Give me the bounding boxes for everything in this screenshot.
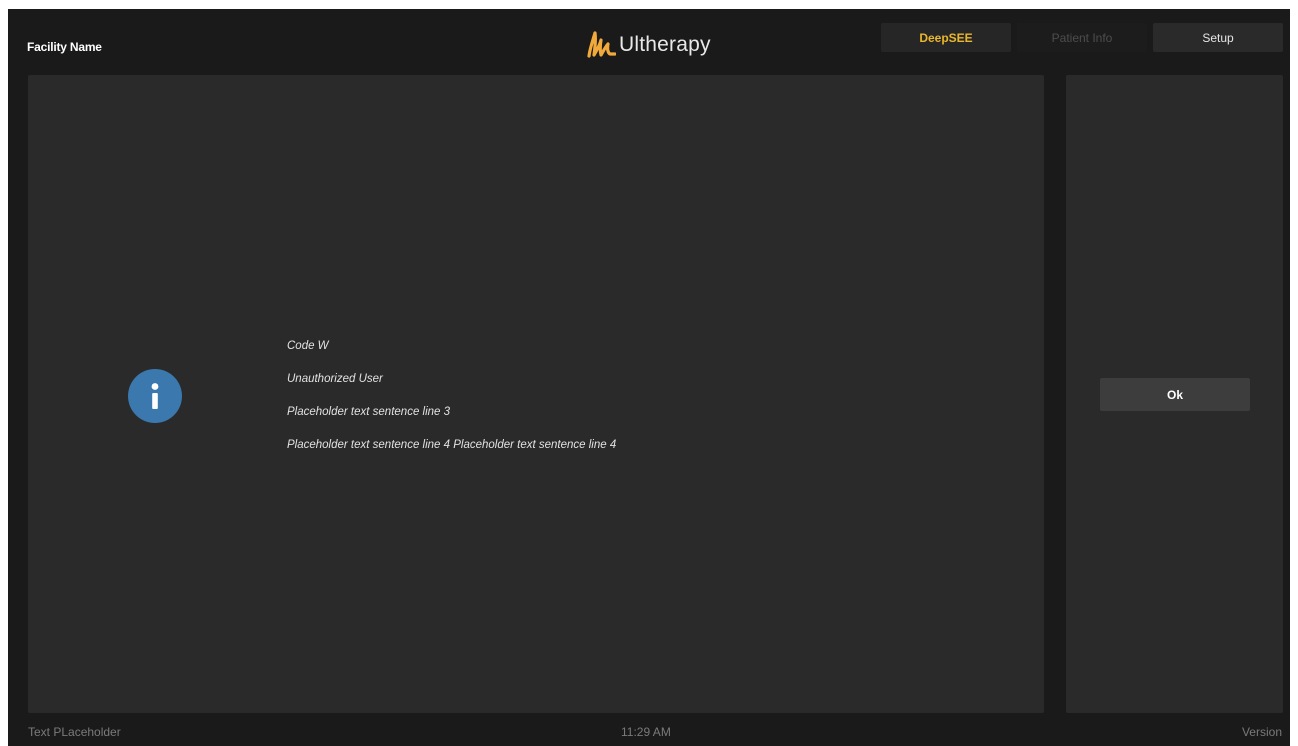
message-line-4: Placeholder text sentence line 4 Placeho… bbox=[287, 439, 617, 451]
message-panel: Code W Unauthorized User Placeholder tex… bbox=[28, 75, 1044, 713]
message-code: Code W bbox=[287, 340, 329, 352]
action-panel: Ok bbox=[1066, 75, 1283, 713]
message-line-3: Placeholder text sentence line 3 bbox=[287, 406, 451, 418]
ultherapy-logo-icon bbox=[587, 31, 616, 58]
tab-deepsee[interactable]: DeepSEE bbox=[881, 23, 1011, 52]
tab-patient-info[interactable]: Patient Info bbox=[1017, 23, 1147, 52]
brand-name: Ultherapy bbox=[619, 33, 711, 56]
ok-button[interactable]: Ok bbox=[1100, 378, 1250, 411]
version-label: Version bbox=[1241, 725, 1282, 739]
footer-placeholder-text: Text PLaceholder bbox=[28, 725, 121, 739]
brand-logo: Ultherapy bbox=[586, 27, 711, 63]
facility-name: Facility Name bbox=[27, 40, 102, 54]
app-window: Facility Name Ultherapy DeepSEE Patient … bbox=[8, 9, 1290, 746]
info-icon bbox=[128, 369, 182, 423]
clock: 11:29 AM bbox=[621, 725, 671, 739]
message-title: Unauthorized User bbox=[287, 373, 383, 385]
tab-setup[interactable]: Setup bbox=[1153, 23, 1283, 52]
